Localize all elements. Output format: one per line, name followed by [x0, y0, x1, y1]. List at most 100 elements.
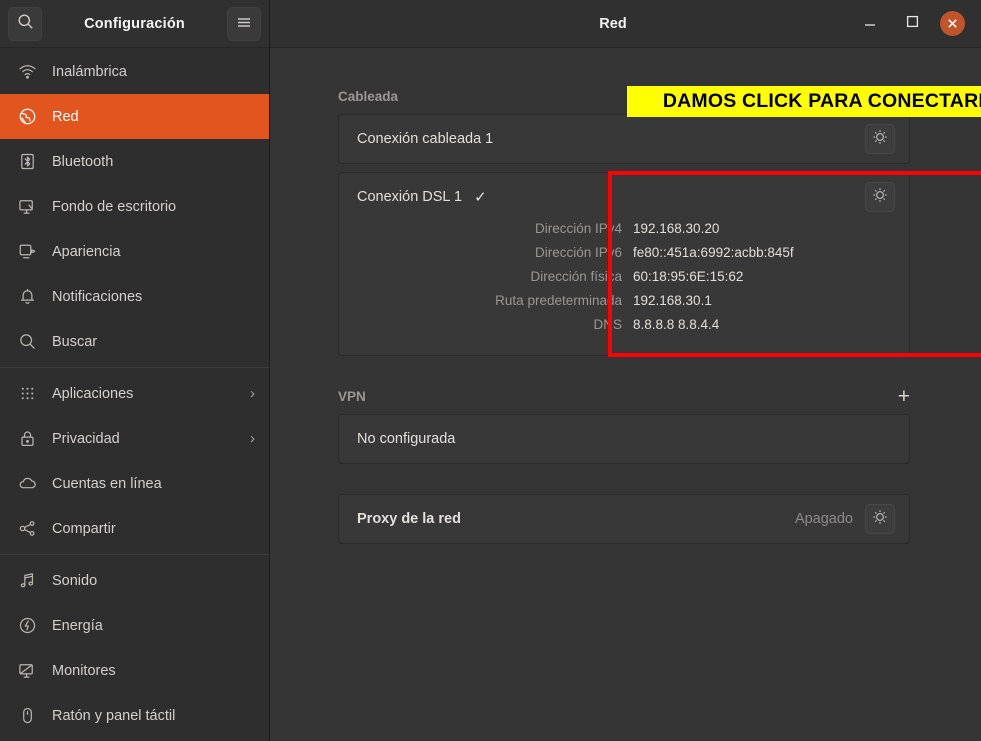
sidebar-item-privacidad[interactable]: Privacidad › — [0, 416, 269, 461]
sidebar-item-label: Sonido — [52, 573, 97, 589]
desktop-wallpaper-icon — [14, 197, 40, 216]
vpn-section-title: VPN — [338, 389, 366, 404]
sidebar-item-list: Inalámbrica Red Bluetooth Fondo de escritor… — [0, 48, 269, 741]
connection-settings-button[interactable] — [865, 182, 895, 212]
connection-name: Conexión cableada 1 — [357, 131, 493, 147]
proxy-status: Apagado — [795, 511, 853, 527]
music-note-icon — [14, 571, 40, 590]
sidebar-item-label: Inalámbrica — [52, 64, 127, 80]
wired-section-title: Cableada — [338, 89, 398, 104]
detail-row: Ruta predeterminada192.168.30.1 — [357, 293, 895, 317]
detail-row: Dirección IPv6fe80::451a:6992:acbb:845f — [357, 245, 895, 269]
sidebar-item-red[interactable]: Red — [0, 94, 269, 139]
sidebar-item-bluetooth[interactable]: Bluetooth — [0, 139, 269, 184]
bell-icon — [14, 287, 40, 306]
search-button[interactable] — [8, 7, 42, 41]
row-actions: Apagado — [795, 504, 895, 534]
apps-grid-icon — [14, 384, 40, 403]
maximize-icon — [906, 15, 919, 33]
titlebar: Red — [270, 0, 981, 48]
vpn-row[interactable]: No configurada — [339, 415, 909, 463]
detail-key: Dirección IPv4 — [357, 221, 633, 236]
power-bolt-icon — [14, 616, 40, 635]
sidebar-item-label: Cuentas en línea — [52, 476, 162, 492]
detail-key: Dirección IPv6 — [357, 245, 633, 260]
sidebar-item-label: Notificaciones — [52, 289, 142, 305]
row-actions — [865, 124, 895, 154]
sidebar: Configuración Inalámbrica Red Bluetooth Fon… — [0, 0, 270, 741]
sidebar-item-label: Red — [52, 109, 79, 125]
lock-icon — [14, 429, 40, 448]
connection-row[interactable]: Conexión DSL 1 ✓ — [339, 173, 909, 221]
main-area: Red — [270, 0, 981, 741]
sidebar-item-energ-a[interactable]: Energía — [0, 603, 269, 648]
sidebar-separator — [0, 367, 269, 368]
monitor-icon — [14, 661, 40, 680]
sidebar-item-label: Bluetooth — [52, 154, 113, 170]
sidebar-item-apariencia[interactable]: Apariencia — [0, 229, 269, 274]
search-icon — [14, 332, 40, 351]
detail-value: 192.168.30.20 — [633, 221, 719, 236]
sidebar-item-label: Ratón y panel táctil — [52, 708, 175, 724]
close-icon — [947, 16, 958, 32]
main-menu-button[interactable] — [227, 7, 261, 41]
connection-name: Conexión DSL 1 — [357, 189, 462, 205]
globe-network-icon — [14, 107, 40, 126]
sidebar-separator — [0, 554, 269, 555]
share-icon — [14, 519, 40, 538]
sidebar-item-compartir[interactable]: Compartir — [0, 506, 269, 551]
sidebar-item-label: Energía — [52, 618, 103, 634]
settings-content: Cableada Conexión cableada 1 — [270, 48, 981, 741]
detail-value: 8.8.8.8 8.8.4.4 — [633, 317, 719, 332]
detail-value: 60:18:95:6E:15:62 — [633, 269, 743, 284]
sidebar-item-fondo-de-escritorio[interactable]: Fondo de escritorio — [0, 184, 269, 229]
gear-icon — [872, 187, 888, 208]
sidebar-item-label: Privacidad — [52, 431, 120, 447]
proxy-title: Proxy de la red — [357, 511, 461, 527]
sidebar-item-buscar[interactable]: Buscar — [0, 319, 269, 364]
detail-key: DNS — [357, 317, 633, 332]
sidebar-item-notificaciones[interactable]: Notificaciones — [0, 274, 269, 319]
sidebar-item-label: Compartir — [52, 521, 116, 537]
detail-value: fe80::451a:6992:acbb:845f — [633, 245, 794, 260]
proxy-card[interactable]: Proxy de la red Apagado — [338, 494, 910, 544]
proxy-row[interactable]: Proxy de la red Apagado — [339, 495, 909, 543]
sidebar-item-label: Monitores — [52, 663, 116, 679]
sidebar-item-rat-n-y-panel-t-ctil[interactable]: Ratón y panel táctil — [0, 693, 269, 738]
sidebar-item-inal-mbrica[interactable]: Inalámbrica — [0, 49, 269, 94]
dsl-connection-card[interactable]: Conexión DSL 1 ✓ — [338, 172, 910, 356]
vpn-status-label: No configurada — [357, 431, 455, 447]
sidebar-item-aplicaciones[interactable]: Aplicaciones › — [0, 371, 269, 416]
sidebar-header: Configuración — [0, 0, 269, 48]
sidebar-title: Configuración — [42, 16, 227, 32]
connection-row[interactable]: Conexión cableada 1 — [339, 115, 909, 163]
vpn-card[interactable]: No configurada — [338, 414, 910, 464]
sidebar-item-sonido[interactable]: Sonido — [0, 558, 269, 603]
minimize-button[interactable] — [856, 10, 884, 38]
wired-connection-card[interactable]: Conexión cableada 1 — [338, 114, 910, 164]
detail-row: DNS8.8.8.8 8.8.4.4 — [357, 317, 895, 341]
settings-window: Configuración Inalámbrica Red Bluetooth Fon… — [0, 0, 981, 741]
sidebar-item-label: Aplicaciones — [52, 386, 133, 402]
minimize-icon — [863, 15, 877, 33]
sidebar-item-label: Apariencia — [52, 244, 121, 260]
detail-row: Dirección IPv4192.168.30.20 — [357, 221, 895, 245]
close-button[interactable] — [940, 11, 965, 36]
hamburger-menu-icon — [236, 15, 252, 33]
add-vpn-button[interactable]: + — [898, 386, 910, 407]
annotation-yellow-banner: DAMOS CLICK PARA CONECTARNOS A LA CONEXI… — [627, 86, 981, 117]
row-actions — [865, 182, 895, 212]
connection-settings-button[interactable] — [865, 124, 895, 154]
sidebar-item-monitores[interactable]: Monitores — [0, 648, 269, 693]
search-icon — [17, 13, 34, 35]
chevron-right-icon: › — [250, 430, 255, 447]
maximize-button[interactable] — [898, 10, 926, 38]
sidebar-item-cuentas-en-l-nea[interactable]: Cuentas en línea — [0, 461, 269, 506]
cloud-icon — [14, 474, 40, 493]
detail-key: Ruta predeterminada — [357, 293, 633, 308]
proxy-settings-button[interactable] — [865, 504, 895, 534]
sidebar-item-label: Buscar — [52, 334, 97, 350]
bluetooth-icon — [14, 152, 40, 171]
chevron-right-icon: › — [250, 385, 255, 402]
appearance-icon — [14, 242, 40, 261]
